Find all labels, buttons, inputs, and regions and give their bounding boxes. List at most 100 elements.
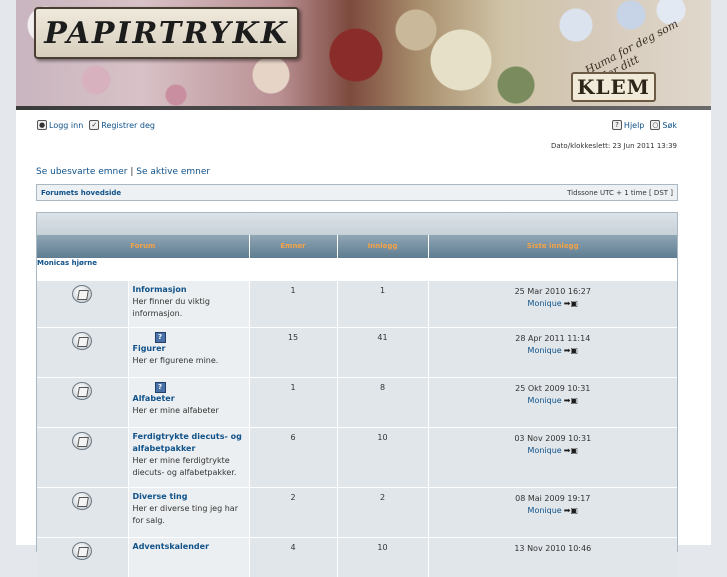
forum-post-count: 1 bbox=[337, 279, 429, 327]
last-post-author-link[interactable]: Monique bbox=[528, 346, 562, 355]
header-left-links: ● Logg inn ✓ Registrer deg bbox=[37, 120, 155, 130]
forum-description: Her er mine alfabeter bbox=[132, 405, 219, 415]
login-icon: ● bbox=[37, 120, 47, 130]
banner-badge: KLEM bbox=[571, 72, 656, 102]
last-post-date: 03 Nov 2009 10:31 bbox=[514, 433, 592, 443]
help-label: Hjelp bbox=[623, 120, 645, 130]
forum-info-cell: Informasjon Her finner du viktig informas… bbox=[128, 279, 250, 327]
last-post-date: 08 Mai 2009 19:17 bbox=[515, 493, 591, 503]
forum-last-post-cell: 25 Mar 2010 16:27 Monique ➡▣ bbox=[428, 279, 678, 327]
forum-row: Adventskalender 4 10 13 Nov 2010 10:46 bbox=[37, 536, 678, 577]
quicklinks-separator: | bbox=[130, 167, 134, 177]
forum-topic-count: 4 bbox=[249, 536, 338, 577]
forum-row: ? Alfabeter Her er mine alfabeter 1 8 25 Okt … bbox=[37, 376, 678, 427]
forum-read-icon bbox=[72, 284, 93, 303]
forum-title-link[interactable]: Figurer bbox=[133, 344, 166, 353]
header-topics: Emner bbox=[249, 235, 338, 258]
forum-read-icon bbox=[72, 431, 93, 450]
forum-post-count: 8 bbox=[337, 376, 429, 427]
forum-title-link[interactable]: Adventskalender bbox=[133, 542, 210, 551]
forum-post-count: 41 bbox=[337, 326, 429, 377]
forum-description: Her er diverse ting jeg har for salg. bbox=[132, 503, 238, 525]
forum-read-icon bbox=[72, 541, 93, 560]
forum-description: Her er figurene mine. bbox=[132, 355, 219, 365]
view-latest-post-icon[interactable]: ➡▣ bbox=[564, 298, 578, 310]
last-post-date: 25 Mar 2010 16:27 bbox=[514, 286, 591, 296]
forum-row: ? Figurer Her er figurene mine. 15 41 28 Apr … bbox=[37, 326, 678, 377]
forum-post-count: 10 bbox=[337, 426, 429, 487]
forum-row: Informasjon Her finner du viktig informas… bbox=[37, 279, 678, 327]
view-latest-post-icon[interactable]: ➡▣ bbox=[564, 345, 578, 357]
last-post-date: 25 Okt 2009 10:31 bbox=[515, 383, 591, 393]
search-link[interactable]: ○ Søk bbox=[650, 120, 677, 130]
forum-table-header: Forum Emner Innlegg Siste innlegg bbox=[37, 235, 678, 258]
page: PAPIRTRYKK Huma for deg som tyller ditt … bbox=[16, 0, 711, 577]
forum-last-post-cell: 03 Nov 2009 10:31 Monique ➡▣ bbox=[428, 426, 678, 487]
forum-image-wrapper: ? bbox=[133, 331, 245, 343]
forum-status-cell bbox=[37, 376, 129, 427]
forum-description: Her finner du viktig informasjon. bbox=[132, 296, 210, 318]
login-label: Logg inn bbox=[49, 120, 84, 130]
register-link[interactable]: ✓ Registrer deg bbox=[89, 120, 155, 130]
forum-last-post-cell: 08 Mai 2009 19:17 Monique ➡▣ bbox=[428, 486, 678, 537]
last-post-author-link[interactable]: Monique bbox=[528, 299, 562, 308]
forum-image-icon: ? bbox=[154, 331, 166, 343]
forum-topic-count: 6 bbox=[249, 426, 338, 487]
logo-text: PAPIRTRYKK bbox=[44, 15, 289, 51]
forum-topic-count: 1 bbox=[249, 376, 338, 427]
forum-info-cell: Diverse ting Her er diverse ting jeg har … bbox=[128, 486, 250, 537]
last-post-author-line: Monique ➡▣ bbox=[430, 395, 677, 407]
forum-image-wrapper: ? bbox=[133, 381, 245, 393]
last-post-author-link[interactable]: Monique bbox=[528, 506, 562, 515]
forum-topic-count: 15 bbox=[249, 326, 338, 377]
last-post-date: 28 Apr 2011 11:14 bbox=[515, 333, 591, 343]
forum-status-cell bbox=[37, 536, 129, 577]
forum-last-post-cell: 13 Nov 2010 10:46 bbox=[428, 536, 678, 577]
forum-description: Her er mine ferdigtrykte diecuts- og alf… bbox=[132, 455, 237, 477]
quick-links: Se ubesvarte emner | Se aktive emner bbox=[36, 167, 210, 177]
last-post-author-line: Monique ➡▣ bbox=[430, 298, 677, 310]
category-link[interactable]: Monicas hjørne bbox=[37, 259, 97, 267]
last-post-author-link[interactable]: Monique bbox=[528, 396, 562, 405]
category-spacer bbox=[249, 257, 678, 280]
timezone-info: Tidssone UTC + 1 time [ DST ] bbox=[567, 188, 673, 197]
forum-info-cell: ? Alfabeter Her er mine alfabeter bbox=[128, 376, 250, 427]
forum-status-cell bbox=[37, 279, 129, 327]
forum-last-post-cell: 28 Apr 2011 11:14 Monique ➡▣ bbox=[428, 326, 678, 377]
forum-image-icon: ? bbox=[154, 381, 166, 393]
forum-info-cell: Ferdigtrykte diecuts- og alfabetpakker He… bbox=[128, 426, 250, 487]
view-latest-post-icon[interactable]: ➡▣ bbox=[564, 445, 578, 457]
view-latest-post-icon[interactable]: ➡▣ bbox=[564, 505, 578, 517]
view-latest-post-icon[interactable]: ➡▣ bbox=[564, 395, 578, 407]
forum-title-link[interactable]: Informasjon bbox=[133, 285, 187, 294]
login-link[interactable]: ● Logg inn bbox=[37, 120, 83, 130]
forum-topic-count: 1 bbox=[249, 279, 338, 327]
forum-row: Ferdigtrykte diecuts- og alfabetpakker He… bbox=[37, 426, 678, 487]
last-post-date: 13 Nov 2010 10:46 bbox=[514, 543, 592, 553]
last-post-author-link[interactable]: Monique bbox=[528, 446, 562, 455]
search-icon: ○ bbox=[650, 120, 661, 130]
forum-title-link[interactable]: Alfabeter bbox=[133, 394, 175, 403]
category-row: Monicas hjørne bbox=[37, 257, 678, 280]
last-post-author-line: Monique ➡▣ bbox=[430, 345, 677, 357]
forum-info-cell: Adventskalender bbox=[128, 536, 250, 577]
forum-status-cell bbox=[37, 326, 129, 377]
forum-read-icon bbox=[72, 331, 93, 350]
forum-list-topbar bbox=[37, 213, 677, 235]
help-icon: ? bbox=[611, 120, 622, 130]
header-posts: Innlegg bbox=[337, 235, 429, 258]
unanswered-topics-link[interactable]: Se ubesvarte emner bbox=[36, 167, 127, 177]
forum-title-link[interactable]: Ferdigtrykte diecuts- og alfabetpakker bbox=[133, 432, 242, 453]
forum-row: Diverse ting Her er diverse ting jeg har … bbox=[37, 486, 678, 537]
site-banner[interactable]: PAPIRTRYKK Huma for deg som tyller ditt … bbox=[16, 0, 711, 110]
forum-last-post-cell: 25 Okt 2009 10:31 Monique ➡▣ bbox=[428, 376, 678, 427]
site-logo[interactable]: PAPIRTRYKK bbox=[34, 7, 299, 59]
forum-topic-count: 2 bbox=[249, 486, 338, 537]
active-topics-link[interactable]: Se aktive emner bbox=[136, 167, 210, 177]
banner-divider bbox=[16, 106, 711, 110]
forum-index-link[interactable]: Forumets hovedside bbox=[41, 189, 121, 197]
forum-info-cell: ? Figurer Her er figurene mine. bbox=[128, 326, 250, 377]
help-link[interactable]: ? Hjelp bbox=[611, 120, 645, 130]
forum-read-icon bbox=[72, 491, 93, 510]
forum-title-link[interactable]: Diverse ting bbox=[133, 492, 188, 501]
